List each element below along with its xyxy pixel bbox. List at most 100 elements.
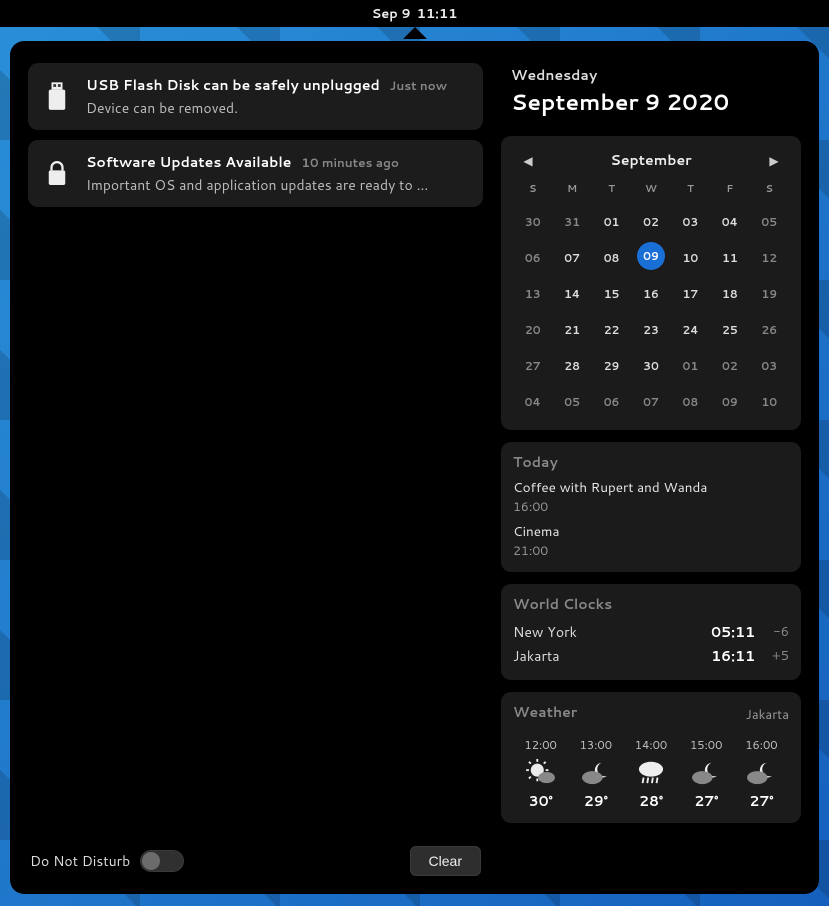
weather-sun-icon [513, 759, 568, 785]
calendar-day[interactable]: 03 [750, 350, 789, 382]
notification[interactable]: Software Updates Available10 minutes ago… [28, 140, 483, 207]
lock-icon [42, 156, 72, 192]
prev-month-button[interactable]: ◀ [519, 152, 537, 169]
weather-cloud-moon-icon [679, 759, 734, 785]
calendar-month-label[interactable]: September [610, 150, 691, 170]
calendar-day[interactable]: 04 [710, 206, 749, 238]
weekday-header: S [513, 178, 552, 202]
calendar-day[interactable]: 12 [750, 242, 789, 274]
calendar-day[interactable]: 25 [710, 314, 749, 346]
forecast-hour: 13:00 [568, 736, 623, 753]
event-time: 21:00 [513, 542, 789, 560]
calendar-day-today[interactable]: 09 [637, 242, 665, 270]
notification[interactable]: USB Flash Disk can be safely unpluggedJu… [28, 63, 483, 130]
forecast-temp: 27° [679, 791, 734, 811]
clock-time: 05:11 [711, 622, 755, 642]
calendar-day[interactable]: 26 [750, 314, 789, 346]
forecast-temp: 28° [623, 791, 678, 811]
calendar-day[interactable]: 09 [710, 386, 749, 418]
world-clocks-panel[interactable]: World Clocks New York05:11-6Jakarta16:11… [501, 584, 801, 680]
calendar-day[interactable]: 05 [552, 386, 591, 418]
calendar-day[interactable]: 07 [631, 386, 670, 418]
calendar-day[interactable]: 30 [513, 206, 552, 238]
calendar-day[interactable]: 06 [513, 242, 552, 274]
calendar-day[interactable]: 21 [552, 314, 591, 346]
clock-time: 16:11 [711, 646, 755, 666]
calendar-day[interactable]: 02 [710, 350, 749, 382]
topbar-time[interactable]: 11:11 [417, 5, 458, 23]
weather-rain-icon [623, 759, 678, 785]
next-month-button[interactable]: ▶ [765, 152, 783, 169]
calendar-day[interactable]: 10 [750, 386, 789, 418]
calendar-day[interactable]: 08 [671, 386, 710, 418]
forecast-temp: 30° [513, 791, 568, 811]
clocks-heading: World Clocks [513, 594, 789, 614]
event-time: 16:00 [513, 498, 789, 516]
topbar-date[interactable]: Sep 9 [372, 5, 411, 23]
world-clock-row: New York05:11-6 [513, 620, 789, 644]
calendar-popover: USB Flash Disk can be safely unpluggedJu… [10, 41, 819, 894]
calendar-day[interactable]: 31 [552, 206, 591, 238]
weather-panel[interactable]: Weather Jakarta 12:00 30°13:0029°14:00 28°… [501, 692, 801, 823]
weather-cloud-moon-icon [568, 759, 623, 785]
calendar-day[interactable]: 29 [592, 350, 631, 382]
calendar-day[interactable]: 23 [631, 314, 670, 346]
weather-hour: 13:0029° [568, 736, 623, 811]
calendar-day[interactable]: 14 [552, 278, 591, 310]
date-header: Wednesday September 9 2020 [501, 63, 801, 124]
event-title: Cinema [513, 522, 789, 541]
calendar-day[interactable]: 16 [631, 278, 670, 310]
calendar-day[interactable]: 04 [513, 386, 552, 418]
calendar-day[interactable]: 20 [513, 314, 552, 346]
calendar-day[interactable]: 07 [552, 242, 591, 274]
weather-hour: 14:00 28° [623, 736, 678, 811]
calendar-day[interactable]: 13 [513, 278, 552, 310]
notifications-footer: Do Not Disturb Clear [28, 846, 483, 876]
switch-knob [142, 852, 160, 870]
calendar-day[interactable]: 03 [671, 206, 710, 238]
weather-city: Jakarta [746, 706, 789, 724]
calendar-day[interactable]: 22 [592, 314, 631, 346]
calendar-day[interactable]: 19 [750, 278, 789, 310]
calendar-day[interactable]: 17 [671, 278, 710, 310]
forecast-hour: 15:00 [679, 736, 734, 753]
event-title: Coffee with Rupert and Wanda [513, 478, 789, 497]
calendar-day[interactable]: 30 [631, 350, 670, 382]
calendar-day[interactable]: 06 [592, 386, 631, 418]
forecast-temp: 27° [734, 791, 789, 811]
weather-heading: Weather [513, 702, 577, 722]
forecast-hour: 14:00 [623, 736, 678, 753]
calendar-day[interactable]: 27 [513, 350, 552, 382]
full-date: September 9 2020 [511, 87, 793, 118]
calendar-column: Wednesday September 9 2020 ◀ September ▶… [501, 63, 801, 876]
weekday-header: M [552, 178, 591, 202]
top-bar: Sep 9 11:11 [0, 0, 829, 27]
calendar-day[interactable]: 11 [710, 242, 749, 274]
weather-cloud-moon-icon [734, 759, 789, 785]
calendar-day[interactable]: 15 [592, 278, 631, 310]
notifications-column: USB Flash Disk can be safely unpluggedJu… [28, 63, 483, 876]
calendar-day[interactable]: 08 [592, 242, 631, 274]
event-item[interactable]: Coffee with Rupert and Wanda16:00 [513, 478, 789, 516]
forecast-hour: 12:00 [513, 736, 568, 753]
calendar-day[interactable]: 01 [671, 350, 710, 382]
day-of-week: Wednesday [511, 65, 793, 85]
calendar-day[interactable]: 10 [671, 242, 710, 274]
calendar-panel: ◀ September ▶ SMTWTFS3031010203040506070… [501, 136, 801, 430]
world-clock-row: Jakarta16:11+5 [513, 644, 789, 668]
clear-button[interactable]: Clear [410, 846, 481, 876]
calendar-day[interactable]: 01 [592, 206, 631, 238]
calendar-day[interactable]: 18 [710, 278, 749, 310]
weather-hour: 15:00 27° [679, 736, 734, 811]
dnd-switch[interactable] [140, 850, 184, 872]
calendar-day[interactable]: 05 [750, 206, 789, 238]
calendar-day[interactable]: 28 [552, 350, 591, 382]
today-panel[interactable]: Today Coffee with Rupert and Wanda16:00C… [501, 442, 801, 572]
clock-offset: -6 [765, 623, 789, 641]
usb-icon [42, 79, 72, 115]
calendar-day[interactable]: 24 [671, 314, 710, 346]
event-item[interactable]: Cinema21:00 [513, 522, 789, 560]
calendar-day[interactable]: 02 [631, 206, 670, 238]
popover-arrow [403, 27, 427, 39]
notification-body: Device can be removed. [86, 98, 469, 118]
